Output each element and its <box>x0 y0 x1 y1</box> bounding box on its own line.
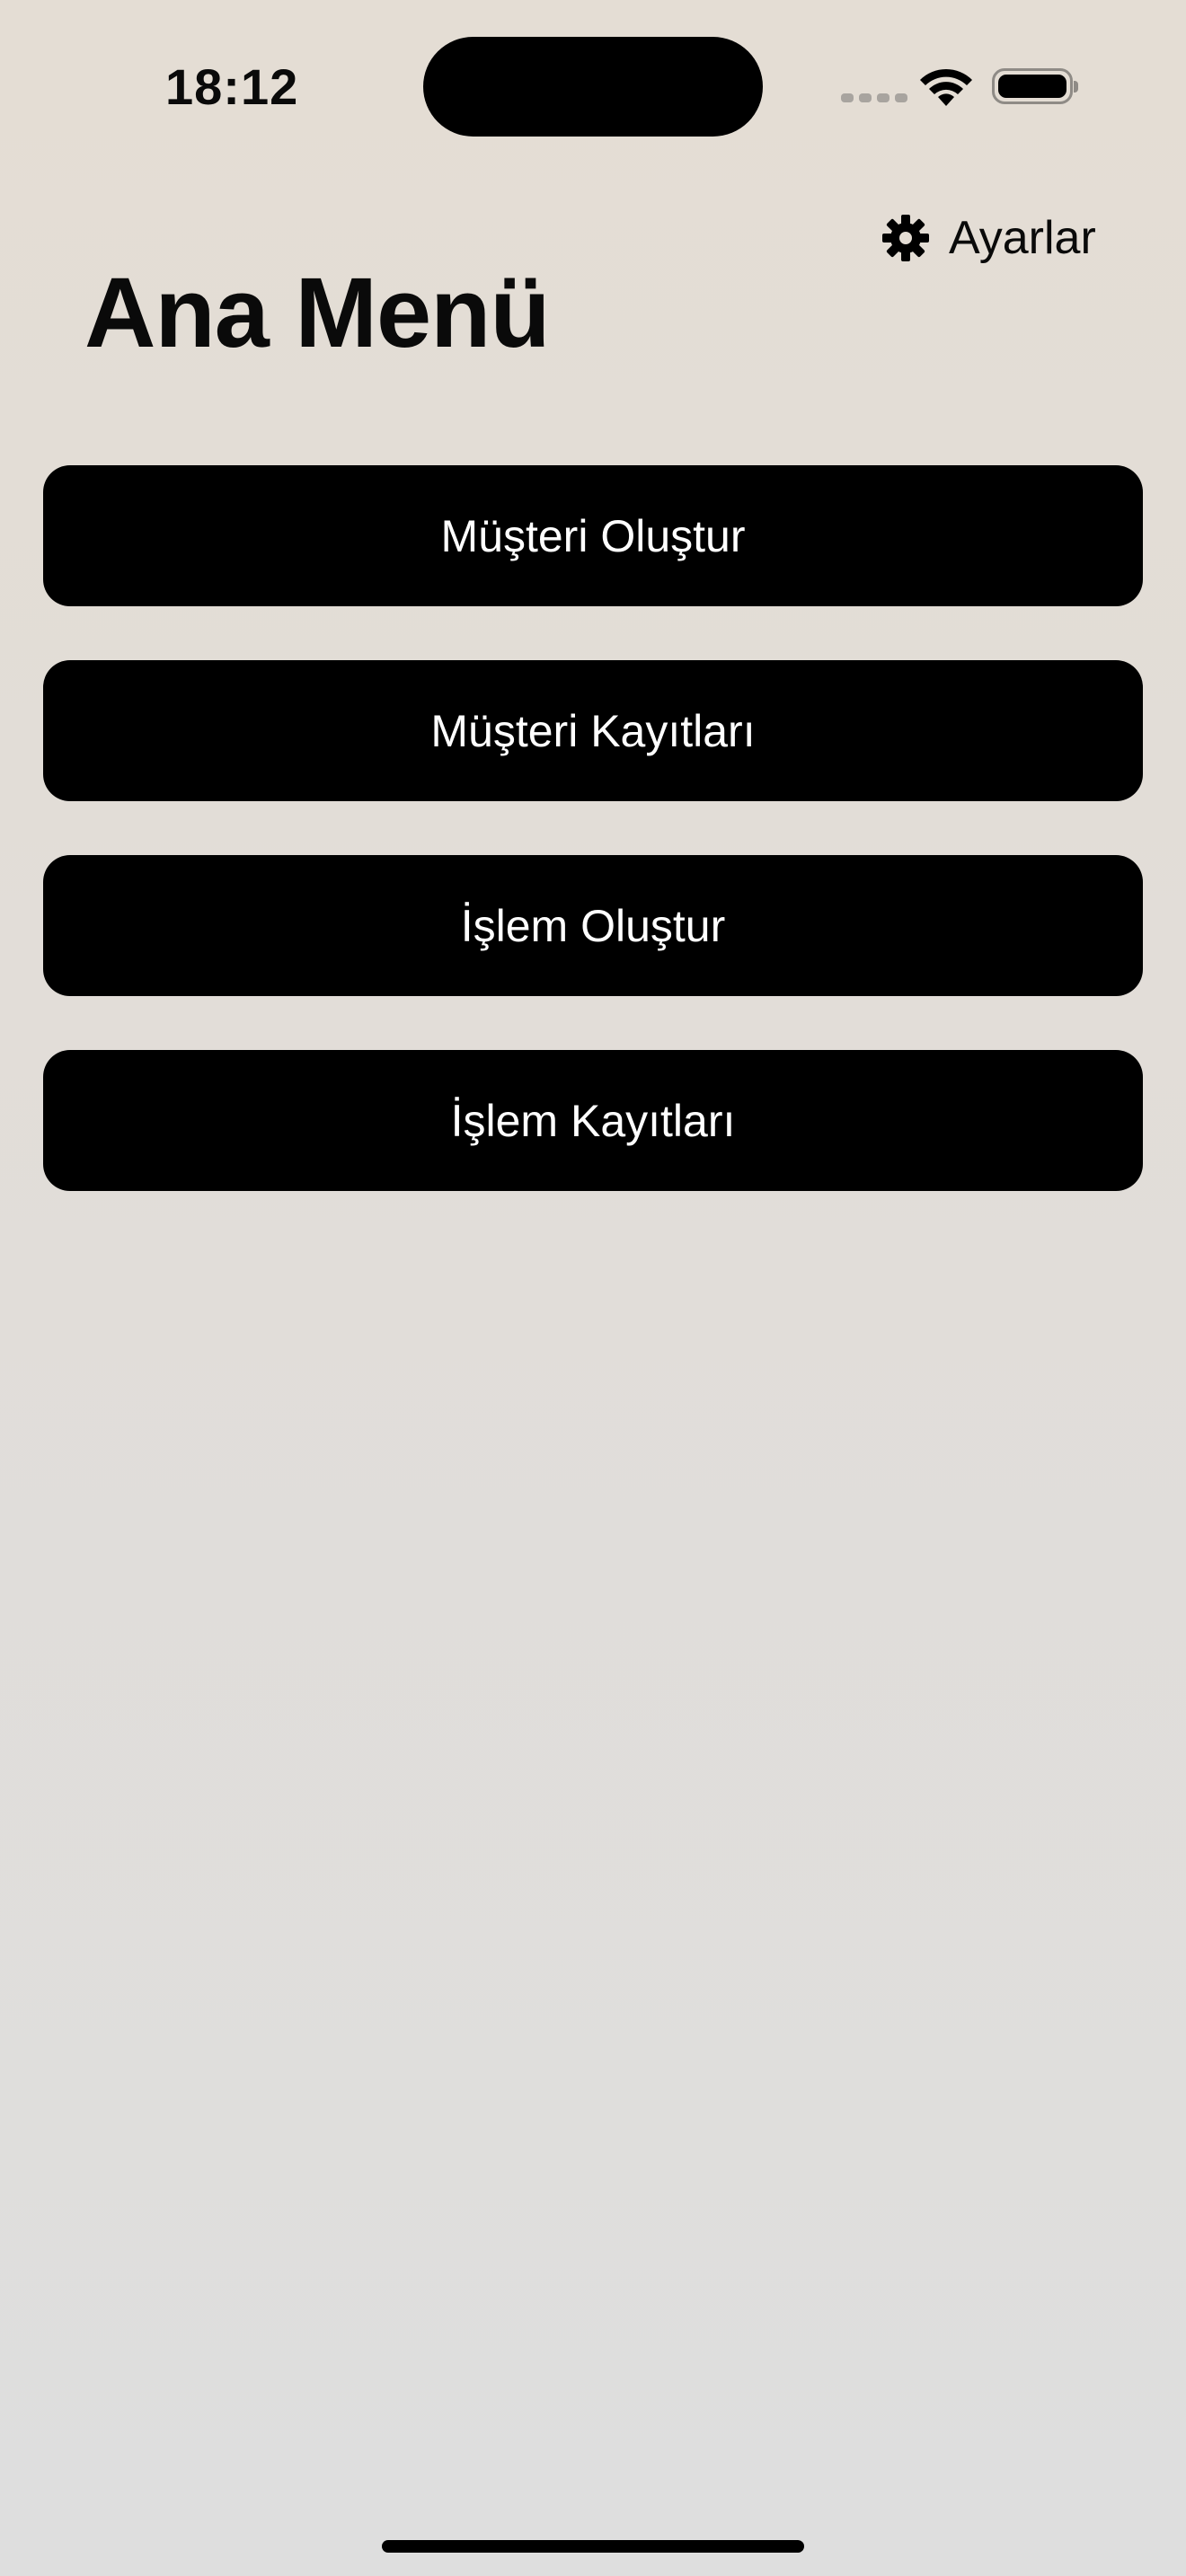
wifi-icon <box>920 68 972 106</box>
status-bar: 18:12 <box>0 0 1186 171</box>
status-time: 18:12 <box>165 58 299 115</box>
main-menu: Müşteri Oluştur Müşteri Kayıtları İşlem … <box>43 465 1143 1245</box>
create-customer-button[interactable]: Müşteri Oluştur <box>43 465 1143 606</box>
cellular-signal-icon <box>841 93 907 102</box>
page-title: Ana Menü <box>84 258 551 368</box>
gear-icon <box>882 215 929 261</box>
customer-records-button[interactable]: Müşteri Kayıtları <box>43 660 1143 801</box>
transaction-records-button[interactable]: İşlem Kayıtları <box>43 1050 1143 1191</box>
create-transaction-button[interactable]: İşlem Oluştur <box>43 855 1143 996</box>
settings-label: Ayarlar <box>949 212 1096 264</box>
dynamic-island <box>423 37 763 137</box>
battery-icon <box>992 68 1078 104</box>
settings-button[interactable]: Ayarlar <box>881 208 1096 268</box>
home-indicator[interactable] <box>382 2540 804 2553</box>
